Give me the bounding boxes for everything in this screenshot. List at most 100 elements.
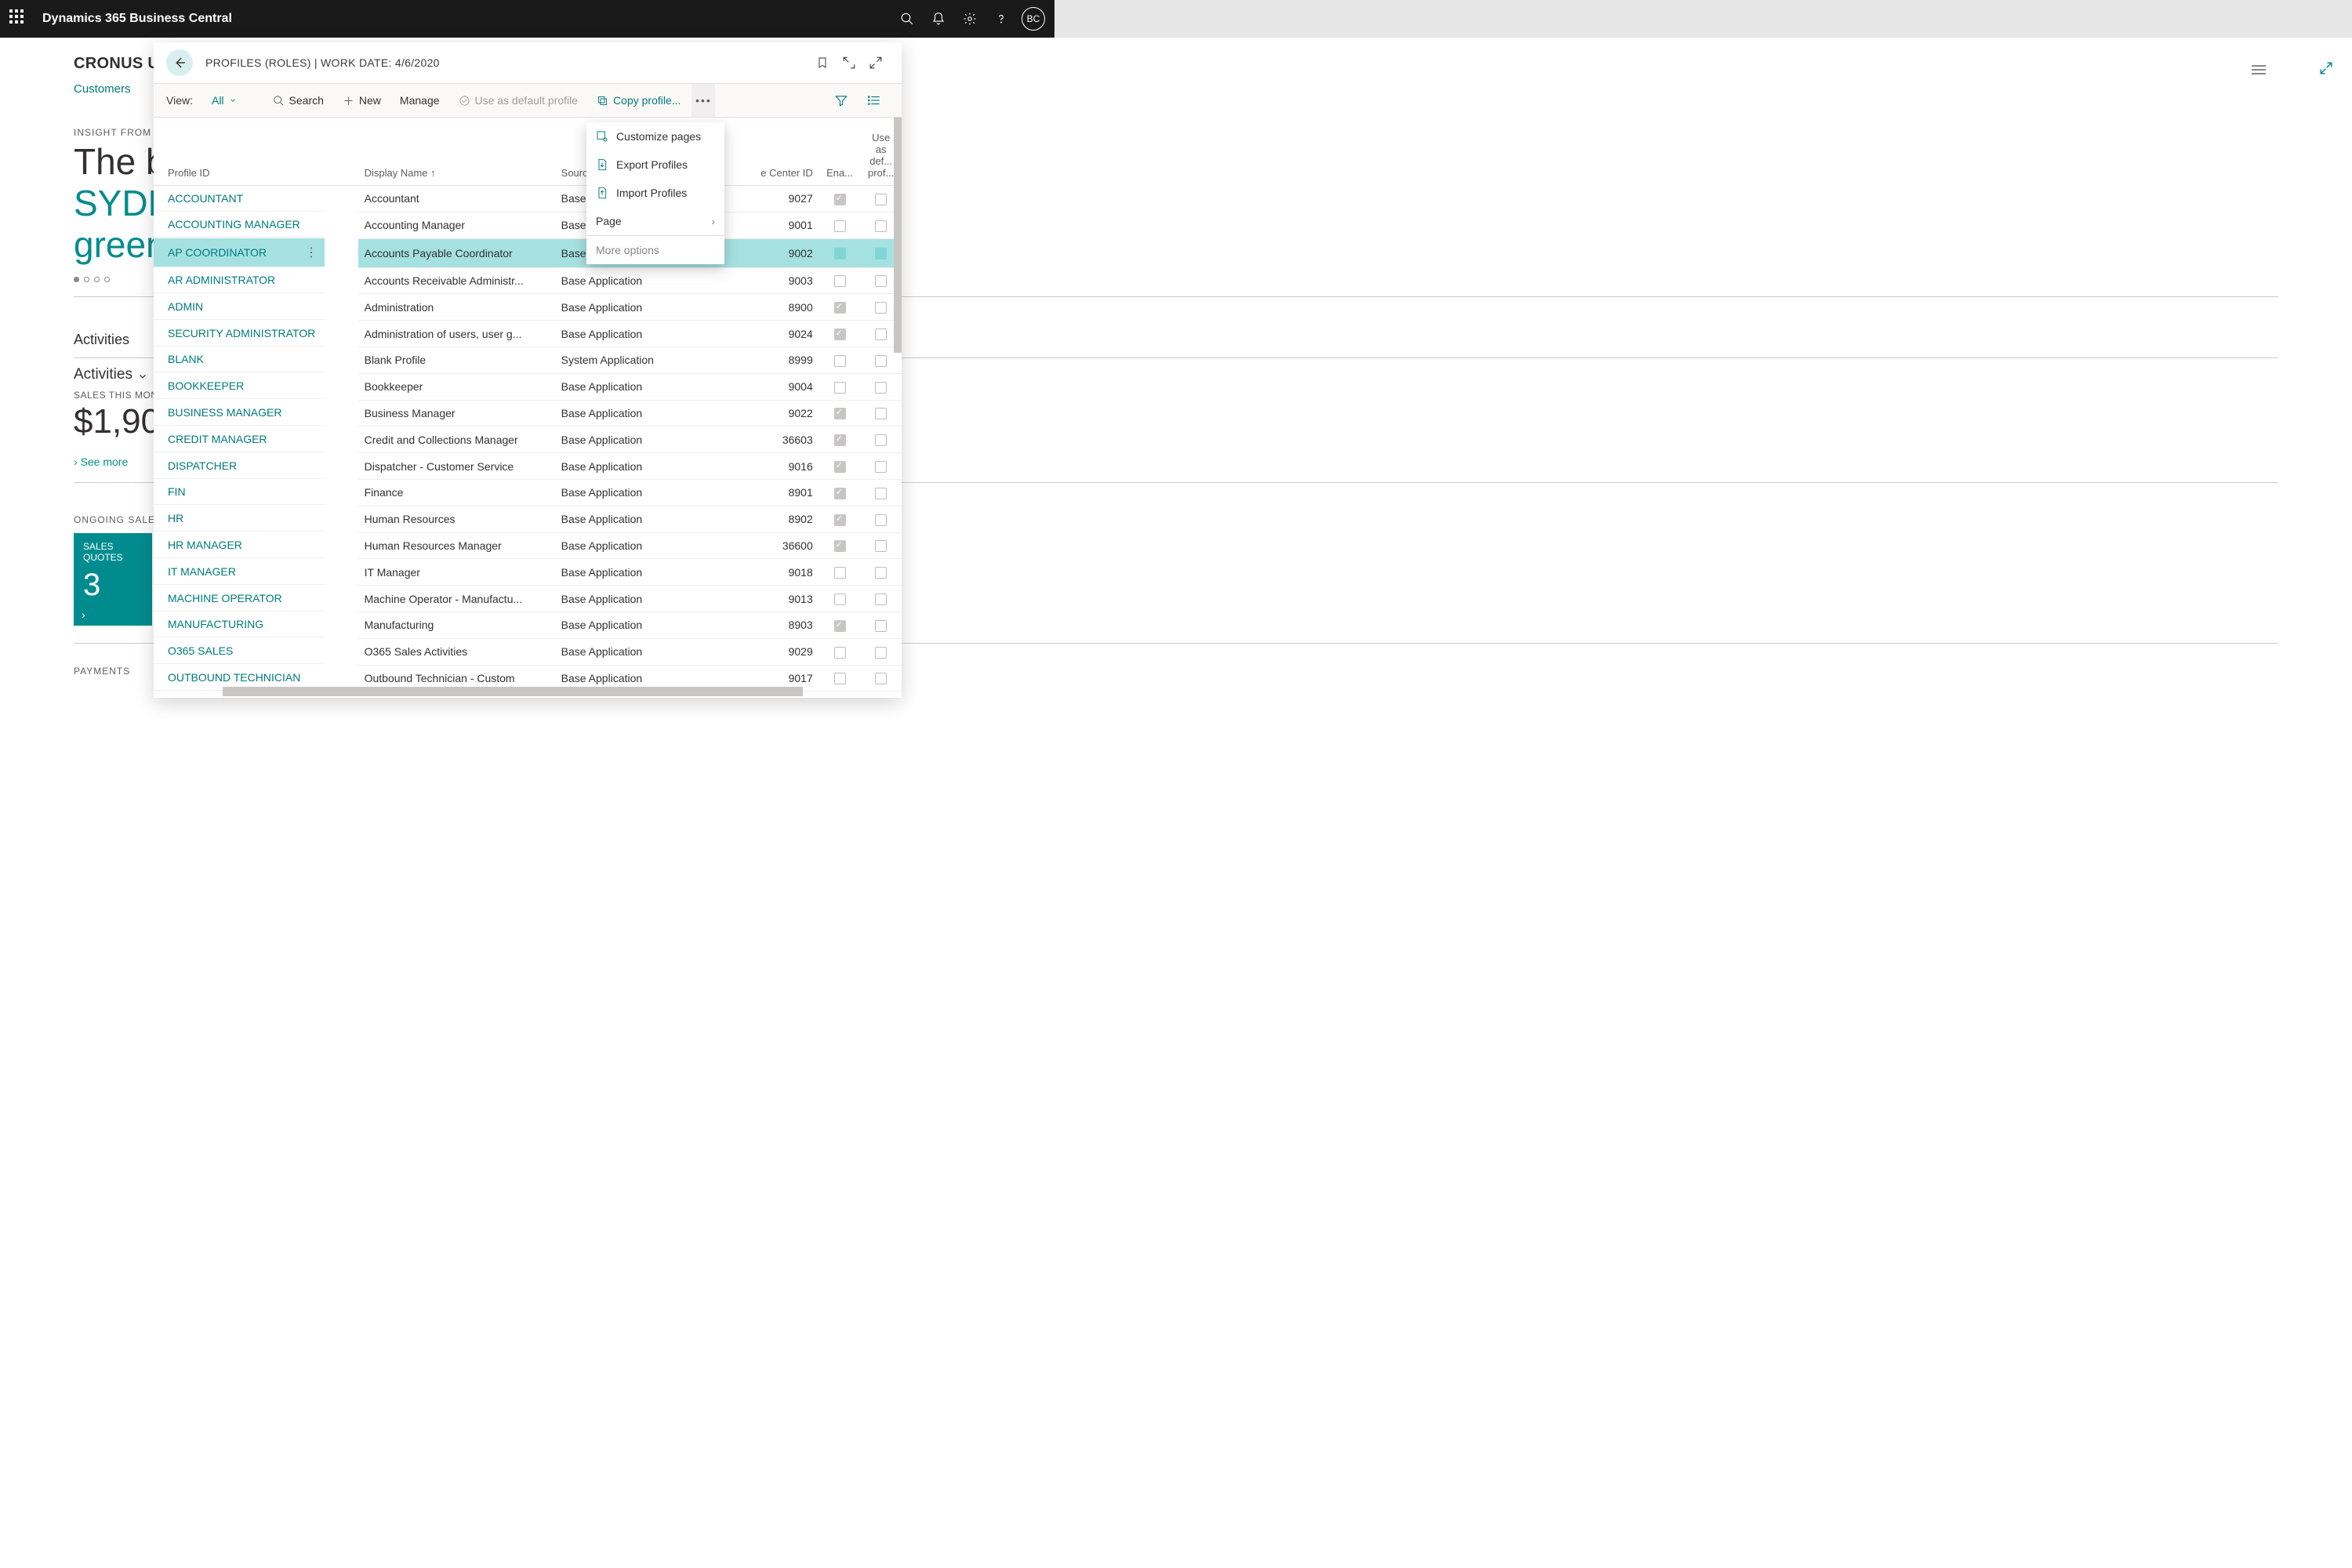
cell-default[interactable] (860, 638, 902, 665)
table-row[interactable]: AP COORDINATOR⋮Accounts Payable Coordina… (154, 238, 902, 267)
cell-enabled[interactable] (819, 559, 861, 586)
maximize-icon[interactable] (862, 56, 889, 70)
table-row[interactable]: BLANKBlank ProfileSystem Application8999 (154, 347, 902, 373)
table-row[interactable]: O365 SALESO365 Sales ActivitiesBase Appl… (154, 638, 902, 665)
bookmark-icon[interactable] (809, 56, 836, 70)
table-row[interactable]: CREDIT MANAGERCredit and Collections Man… (154, 426, 902, 453)
view-dropdown[interactable]: All (204, 84, 245, 117)
cell-profile-id[interactable]: DISPATCHER (154, 453, 325, 479)
cell-enabled[interactable] (819, 321, 861, 347)
cell-default[interactable] (860, 559, 902, 586)
cell-enabled[interactable] (819, 212, 861, 238)
col-role-center-id[interactable]: e Center ID (742, 118, 819, 186)
cell-default[interactable] (860, 453, 902, 480)
table-row[interactable]: AR ADMINISTRATORAccounts Receivable Admi… (154, 267, 902, 294)
cell-default[interactable] (860, 506, 902, 532)
table-row[interactable]: IT MANAGERIT ManagerBase Application9018 (154, 559, 902, 586)
menu-export-profiles[interactable]: Export Profiles (586, 151, 724, 179)
col-enabled[interactable]: Ena... (819, 118, 861, 186)
cell-enabled[interactable] (819, 479, 861, 506)
cell-enabled[interactable] (819, 612, 861, 638)
menu-import-profiles[interactable]: Import Profiles (586, 179, 724, 207)
cell-default[interactable] (860, 400, 902, 426)
cell-profile-id[interactable]: CREDIT MANAGER (154, 426, 325, 452)
table-row[interactable]: SECURITY ADMINISTRATORAdministration of … (154, 321, 902, 347)
cell-default[interactable] (860, 665, 902, 691)
cell-default[interactable] (860, 373, 902, 400)
cell-profile-id[interactable]: SECURITY ADMINISTRATOR (154, 321, 325, 347)
table-row[interactable]: HRHuman ResourcesBase Application8902 (154, 506, 902, 532)
cell-profile-id[interactable]: BUSINESS MANAGER (154, 400, 325, 426)
cell-default[interactable] (860, 479, 902, 506)
list-view-icon[interactable] (859, 84, 889, 117)
search-icon[interactable] (891, 12, 923, 26)
cell-profile-id[interactable]: ACCOUNTANT (154, 186, 325, 212)
cell-enabled[interactable] (819, 347, 861, 373)
expand-icon[interactable] (2319, 61, 2333, 78)
table-row[interactable]: ACCOUNTANTAccountantBase App9027 (154, 186, 902, 212)
cell-default[interactable] (860, 612, 902, 638)
horizontal-scrollbar[interactable] (223, 687, 803, 696)
user-avatar[interactable]: BC (1022, 7, 1045, 31)
cell-enabled[interactable] (819, 532, 861, 559)
table-row[interactable]: DISPATCHERDispatcher - Customer ServiceB… (154, 453, 902, 480)
row-actions-icon[interactable]: ⋮ (305, 245, 318, 260)
cell-enabled[interactable] (819, 586, 861, 612)
table-row[interactable]: BUSINESS MANAGERBusiness ManagerBase App… (154, 400, 902, 426)
cell-enabled[interactable] (819, 638, 861, 665)
cell-enabled[interactable] (819, 238, 861, 267)
cell-enabled[interactable] (819, 400, 861, 426)
cell-profile-id[interactable]: AP COORDINATOR⋮ (154, 238, 325, 267)
cell-profile-id[interactable]: ADMIN (154, 294, 325, 320)
cell-enabled[interactable] (819, 294, 861, 321)
table-row[interactable]: FINFinanceBase Application8901 (154, 479, 902, 506)
table-row[interactable]: MANUFACTURINGManufacturingBase Applicati… (154, 612, 902, 638)
popout-icon[interactable] (836, 56, 862, 70)
cell-enabled[interactable] (819, 426, 861, 453)
cell-profile-id[interactable]: BOOKKEEPER (154, 373, 325, 399)
filter-icon[interactable] (826, 84, 856, 117)
cell-enabled[interactable] (819, 506, 861, 532)
cell-enabled[interactable] (819, 186, 861, 212)
vertical-scrollbar[interactable] (894, 118, 902, 353)
cell-enabled[interactable] (819, 665, 861, 691)
activities-group[interactable]: Activities (74, 366, 132, 387)
more-actions-button[interactable]: ••• (691, 84, 715, 117)
sales-quotes-tile[interactable]: SALES QUOTES 3 › (74, 533, 152, 626)
search-button[interactable]: Search (265, 84, 332, 117)
nav-hamburger-icon[interactable] (2252, 63, 2266, 77)
cell-default[interactable] (860, 532, 902, 559)
cell-profile-id[interactable]: FIN (154, 479, 325, 505)
cell-profile-id[interactable]: O365 SALES (154, 638, 325, 664)
cell-profile-id[interactable]: AR ADMINISTRATOR (154, 267, 325, 293)
app-launcher-icon[interactable] (9, 9, 28, 28)
cell-enabled[interactable] (819, 267, 861, 294)
manage-button[interactable]: Manage (392, 84, 448, 117)
cell-profile-id[interactable]: MANUFACTURING (154, 612, 325, 637)
cell-enabled[interactable] (819, 373, 861, 400)
back-button[interactable] (166, 49, 193, 76)
menu-customize-pages[interactable]: Customize pages (586, 122, 724, 151)
cell-default[interactable] (860, 586, 902, 612)
table-row[interactable]: HR MANAGERHuman Resources ManagerBase Ap… (154, 532, 902, 559)
cell-enabled[interactable] (819, 453, 861, 480)
settings-icon[interactable] (954, 12, 985, 26)
col-display-name[interactable]: Display Name (358, 118, 555, 186)
cell-default[interactable] (860, 426, 902, 453)
use-default-profile-button[interactable]: Use as default profile (451, 84, 586, 117)
cell-profile-id[interactable]: ACCOUNTING MANAGER (154, 212, 325, 238)
cell-profile-id[interactable]: BLANK (154, 347, 325, 372)
new-button[interactable]: New (335, 84, 389, 117)
menu-more-options[interactable]: More options (586, 236, 724, 264)
table-row[interactable]: ACCOUNTING MANAGERAccounting ManagerBase… (154, 212, 902, 238)
cell-profile-id[interactable]: MACHINE OPERATOR (154, 586, 325, 612)
help-icon[interactable] (985, 12, 1017, 26)
table-row[interactable]: BOOKKEEPERBookkeeperBase Application9004 (154, 373, 902, 400)
notifications-icon[interactable] (923, 12, 954, 26)
copy-profile-button[interactable]: Copy profile... (589, 84, 688, 117)
table-row[interactable]: MACHINE OPERATORMachine Operator - Manuf… (154, 586, 902, 612)
cell-profile-id[interactable]: HR (154, 506, 325, 532)
col-profile-id[interactable]: Profile ID (154, 118, 358, 186)
menu-page-submenu[interactable]: Page › (586, 207, 724, 235)
cell-profile-id[interactable]: IT MANAGER (154, 559, 325, 585)
